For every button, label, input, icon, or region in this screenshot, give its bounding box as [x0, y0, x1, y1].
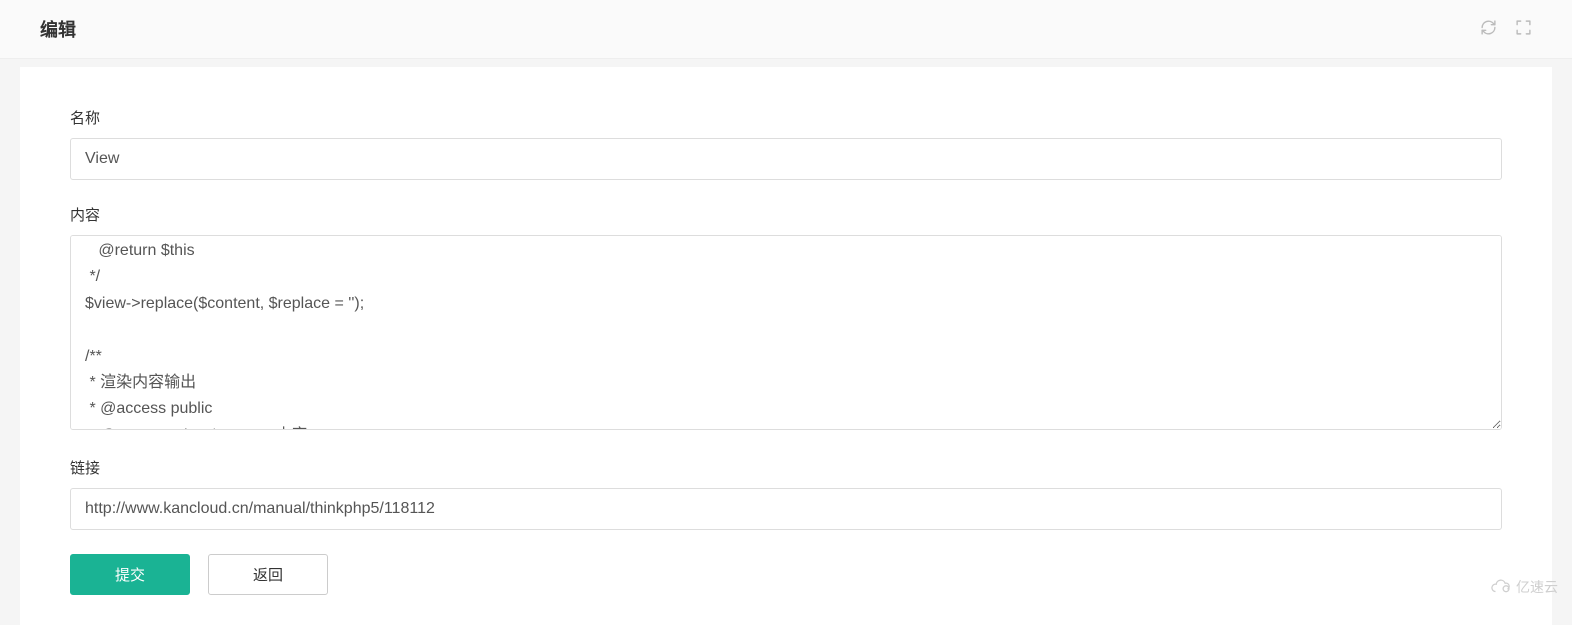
- fullscreen-icon[interactable]: [1515, 19, 1532, 39]
- form-group-link: 链接: [70, 457, 1502, 530]
- page-title: 编辑: [40, 16, 76, 42]
- cloud-icon: [1490, 578, 1512, 597]
- submit-button[interactable]: 提交: [70, 554, 190, 595]
- back-button[interactable]: 返回: [208, 554, 328, 595]
- content-label: 内容: [70, 204, 1502, 225]
- header-actions: [1480, 19, 1532, 39]
- form-group-content: 内容: [70, 204, 1502, 433]
- content-textarea[interactable]: [70, 235, 1502, 430]
- link-label: 链接: [70, 457, 1502, 478]
- name-input[interactable]: [70, 138, 1502, 180]
- watermark: 亿速云: [1490, 577, 1558, 597]
- form-panel: 名称 内容 链接 提交 返回: [20, 67, 1552, 625]
- watermark-text: 亿速云: [1516, 577, 1558, 597]
- refresh-icon[interactable]: [1480, 19, 1497, 39]
- button-row: 提交 返回: [70, 554, 1502, 595]
- link-input[interactable]: [70, 488, 1502, 530]
- form-group-name: 名称: [70, 107, 1502, 180]
- name-label: 名称: [70, 107, 1502, 128]
- page-header: 编辑: [0, 0, 1572, 59]
